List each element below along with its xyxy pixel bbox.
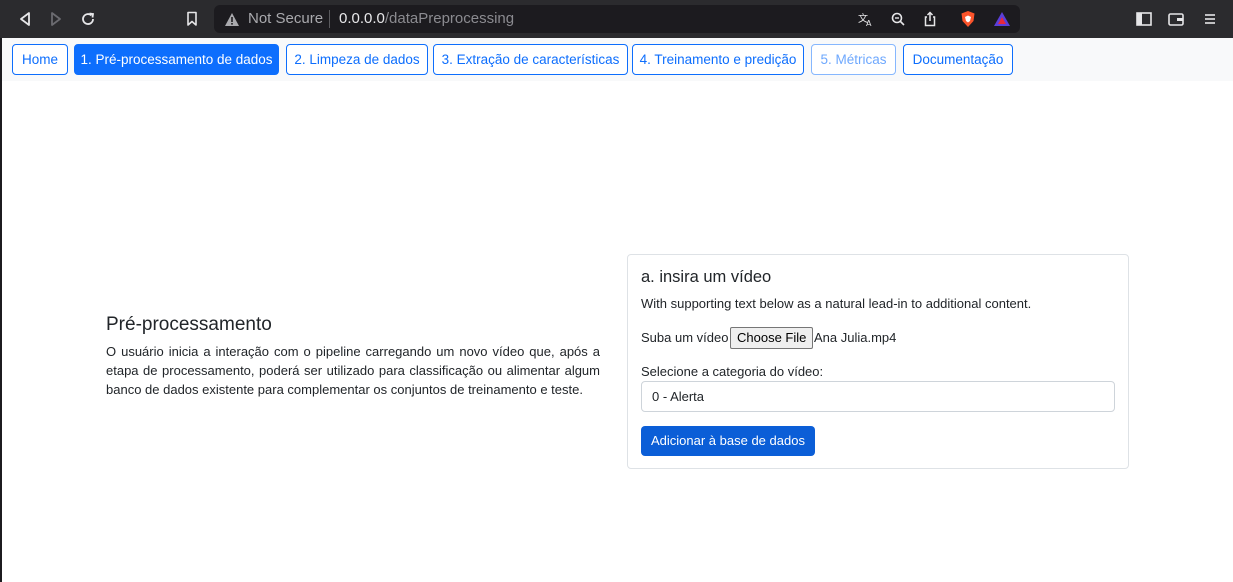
security-label: Not Secure: [248, 10, 324, 27]
main-navbar: Home 1. Pré-processamento de dados 2. Li…: [2, 38, 1233, 81]
nav-cleaning-button[interactable]: 2. Limpeza de dados: [286, 44, 428, 75]
nav-features-button[interactable]: 3. Extração de características: [433, 44, 628, 75]
category-select-label: Selecione a categoria do vídeo:: [641, 364, 824, 379]
add-to-database-button[interactable]: Adicionar à base de dados: [641, 426, 815, 456]
wallet-icon[interactable]: [1167, 10, 1185, 28]
card-title: a. insira um vídeo: [641, 268, 772, 286]
sidebar-icon[interactable]: [1135, 10, 1153, 28]
brave-shield-icon[interactable]: [959, 10, 977, 28]
category-select[interactable]: 0 - Alerta: [641, 381, 1115, 412]
upload-label: Suba um vídeo: [641, 330, 729, 345]
bookmark-icon[interactable]: [183, 10, 201, 28]
back-icon[interactable]: [16, 10, 34, 28]
url-text: 0.0.0.0/dataPreprocessing: [339, 10, 514, 27]
browser-toolbar: Not Secure 0.0.0.0/dataPreprocessing 文A: [0, 0, 1233, 38]
svg-text:A: A: [866, 19, 872, 27]
nav-docs-button[interactable]: Documentação: [903, 44, 1013, 75]
forward-icon[interactable]: [47, 10, 65, 28]
brave-rewards-icon[interactable]: [993, 10, 1011, 28]
card-text: With supporting text below as a natural …: [641, 296, 1032, 311]
translate-icon[interactable]: 文A: [857, 10, 875, 28]
page-title: Pré-processamento: [106, 314, 272, 335]
intro-description: O usuário inicia a interação com o pipel…: [106, 344, 600, 397]
upload-card: a. insira um vídeo With supporting text …: [627, 254, 1129, 469]
selected-file-name: Ana Julia.mp4: [814, 330, 897, 345]
choose-file-button[interactable]: Choose File: [730, 327, 814, 349]
zoom-icon[interactable]: [889, 10, 907, 28]
url-separator: [329, 10, 330, 28]
nav-home-button[interactable]: Home: [12, 44, 68, 75]
share-icon[interactable]: [921, 10, 939, 28]
url-path: /dataPreprocessing: [384, 10, 515, 27]
nav-training-button[interactable]: 4. Treinamento e predição: [632, 44, 804, 75]
url-host: 0.0.0.0: [339, 10, 385, 27]
window-edge: [0, 38, 2, 582]
menu-icon[interactable]: [1201, 10, 1219, 28]
warning-icon: [223, 10, 241, 28]
nav-metrics-button: 5. Métricas: [811, 44, 896, 75]
reload-icon[interactable]: [79, 10, 97, 28]
nav-preprocessing-button[interactable]: 1. Pré-processamento de dados: [74, 44, 279, 75]
